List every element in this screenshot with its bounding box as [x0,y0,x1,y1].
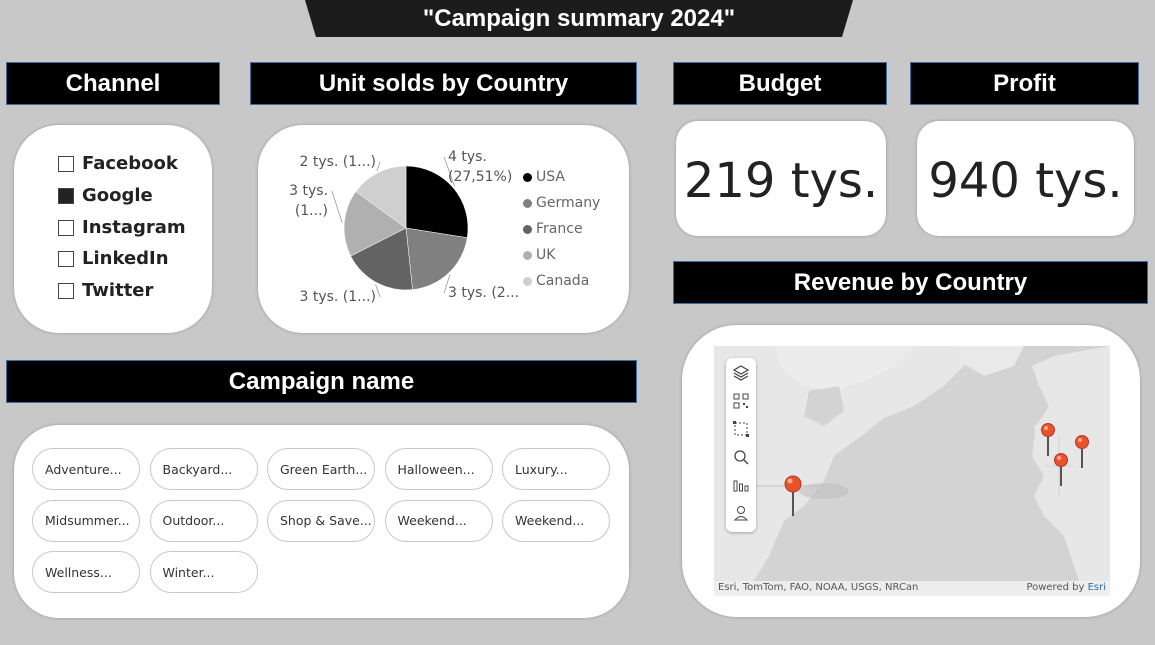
legend-label: France [536,221,583,237]
slicer-item-label: Facebook [82,153,178,174]
legend-label: Germany [536,195,601,211]
pie-chart[interactable]: 4 tys. (27,51%) 3 tys. (2...) 3 tys. (1...)… [258,125,518,333]
campaign-name-header: Campaign name [6,360,637,403]
pie-data-label: 3 tys. (2...) [448,285,518,301]
pie-slice-germany[interactable] [405,227,468,290]
campaign-pill[interactable]: Midsummer... [32,499,140,542]
esri-link[interactable]: Esri [1088,582,1106,593]
campaign-pill[interactable]: Weekend... [502,499,610,542]
layers-icon[interactable] [732,364,750,382]
slicer-item-label: Twitter [82,280,154,301]
pie-data-label: 4 tys. [448,149,487,165]
campaign-slicer: Adventure... Backyard... Green Earth... Hal… [14,425,629,618]
pie-data-label: 3 tys. [289,183,328,199]
legend-item-usa[interactable]: USA [523,169,565,185]
bar-chart-icon[interactable] [732,476,750,494]
profit-card: 940 tys. [917,121,1134,236]
powered-by: Powered by Esri [1026,582,1106,593]
pie-data-label: 2 tys. (1...) [299,154,376,170]
profit-value: 940 tys. [928,153,1123,209]
legend-label: UK [536,247,556,263]
campaign-pill[interactable]: Shop & Save... [267,499,375,542]
legend-dot [523,224,532,234]
campaign-pill[interactable]: Outdoor... [149,499,258,542]
pie-data-label: (1...) [295,203,328,219]
pie-leader-line [331,190,343,224]
channel-header: Channel [6,62,220,105]
legend-item-canada[interactable]: Canada [523,273,589,289]
pie-data-label: (27,51%) [448,169,512,185]
rectangle-select-icon[interactable] [732,420,750,438]
budget-value: 219 tys. [683,153,879,209]
user-location-icon[interactable] [732,504,750,522]
checkbox[interactable] [58,219,74,236]
campaign-pill[interactable]: Halloween... [384,448,493,490]
slicer-item-label: Google [82,185,153,206]
campaign-pill[interactable]: Adventure... [32,448,140,490]
revenue-map[interactable]: Esri, TomTom, FAO, NOAA, USGS, NRCan Pow… [714,346,1110,596]
map-toolbar [726,358,756,532]
slicer-item-instagram[interactable]: Instagram [58,217,186,238]
legend-item-germany[interactable]: Germany [523,195,600,211]
legend-dot [523,250,532,260]
campaign-pill[interactable]: Weekend... [384,499,493,542]
attribution-text: Esri, TomTom, FAO, NOAA, USGS, NRCan [718,582,919,593]
pie-leader-line [376,161,381,172]
revenue-by-country-header: Revenue by Country [673,261,1148,304]
slicer-item-twitter[interactable]: Twitter [58,280,153,301]
units-by-country-header: Unit solds by Country [250,62,637,105]
campaign-pill[interactable]: Winter... [149,551,258,593]
legend-dot [523,172,532,182]
qr-select-icon[interactable] [732,392,750,410]
legend-item-uk[interactable]: UK [523,247,555,263]
map-basemap [714,346,1110,596]
legend-dot [523,276,532,286]
legend-label: Canada [536,273,590,289]
slicer-item-label: Instagram [82,217,186,238]
profit-header: Profit [910,62,1139,105]
budget-card: 219 tys. [676,121,886,236]
pie-leader-line [375,284,381,298]
campaign-pill[interactable]: Luxury... [502,448,610,490]
legend-dot [523,198,532,208]
search-icon[interactable] [732,448,750,466]
units-pie-card: 4 tys. (27,51%) 3 tys. (2...) 3 tys. (1...)… [258,125,629,333]
pie-data-label: 3 tys. (1...) [299,289,376,305]
slicer-item-facebook[interactable]: Facebook [58,153,178,174]
campaign-pill[interactable]: Green Earth... [267,448,375,490]
budget-header: Budget [673,62,887,105]
checkbox[interactable] [58,282,74,299]
slicer-item-google[interactable]: Google [58,185,153,206]
legend-item-france[interactable]: France [523,221,583,237]
dashboard-title: "Campaign summary 2024" [305,0,853,37]
slicer-item-linkedin[interactable]: LinkedIn [58,248,169,269]
legend-label: USA [536,169,565,185]
checkbox[interactable] [58,250,74,267]
campaign-pill[interactable]: Wellness... [32,551,140,593]
revenue-map-card: Esri, TomTom, FAO, NOAA, USGS, NRCan Pow… [682,325,1140,617]
campaign-pill[interactable]: Backyard... [149,448,258,490]
channel-slicer: Facebook Google Instagram LinkedIn Twitt… [14,125,212,333]
checkbox-checked[interactable] [58,187,74,204]
checkbox[interactable] [58,155,74,172]
slicer-item-label: LinkedIn [82,248,169,269]
map-attribution: Esri, TomTom, FAO, NOAA, USGS, NRCan Pow… [714,581,1110,596]
